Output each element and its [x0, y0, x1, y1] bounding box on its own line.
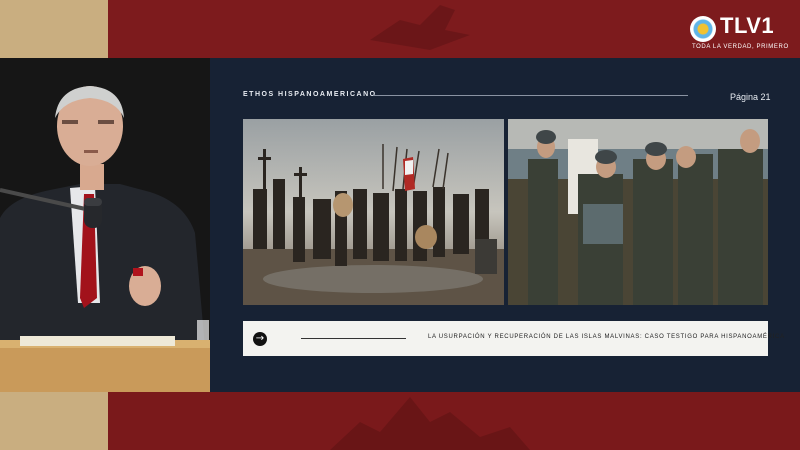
presentation-slide: ETHOS HISPANOAMERICANO Página 21 → LA US… [210, 58, 800, 392]
caption-bar: → LA USURPACIÓN Y RECUPERACIÓN DE LAS IS… [243, 321, 784, 356]
top-left-accent-block [0, 0, 108, 58]
channel-logo: TLV1 TODA LA VERDAD, PRIMERO [688, 12, 788, 52]
historical-painting-image [243, 119, 504, 305]
soldiers-photo-image [508, 119, 768, 305]
heading-divider [373, 95, 688, 96]
slide-caption: LA USURPACIÓN Y RECUPERACIÓN DE LAS ISLA… [428, 334, 785, 340]
channel-logo-text: TLV1 [720, 13, 775, 38]
map-silhouette-top [370, 5, 470, 50]
sun-emblem-icon [690, 16, 716, 42]
slide-page-number: Página 21 [730, 92, 771, 102]
bottom-left-accent-block [0, 392, 108, 450]
speaker-video-feed [0, 58, 210, 392]
map-silhouette-bottom [330, 397, 530, 450]
channel-tagline: TODA LA VERDAD, PRIMERO [692, 44, 789, 50]
caption-divider [301, 338, 406, 339]
speaker-illustration [0, 58, 210, 392]
arrow-right-icon[interactable]: → [253, 332, 267, 346]
slide-heading: ETHOS HISPANOAMERICANO [243, 91, 377, 98]
